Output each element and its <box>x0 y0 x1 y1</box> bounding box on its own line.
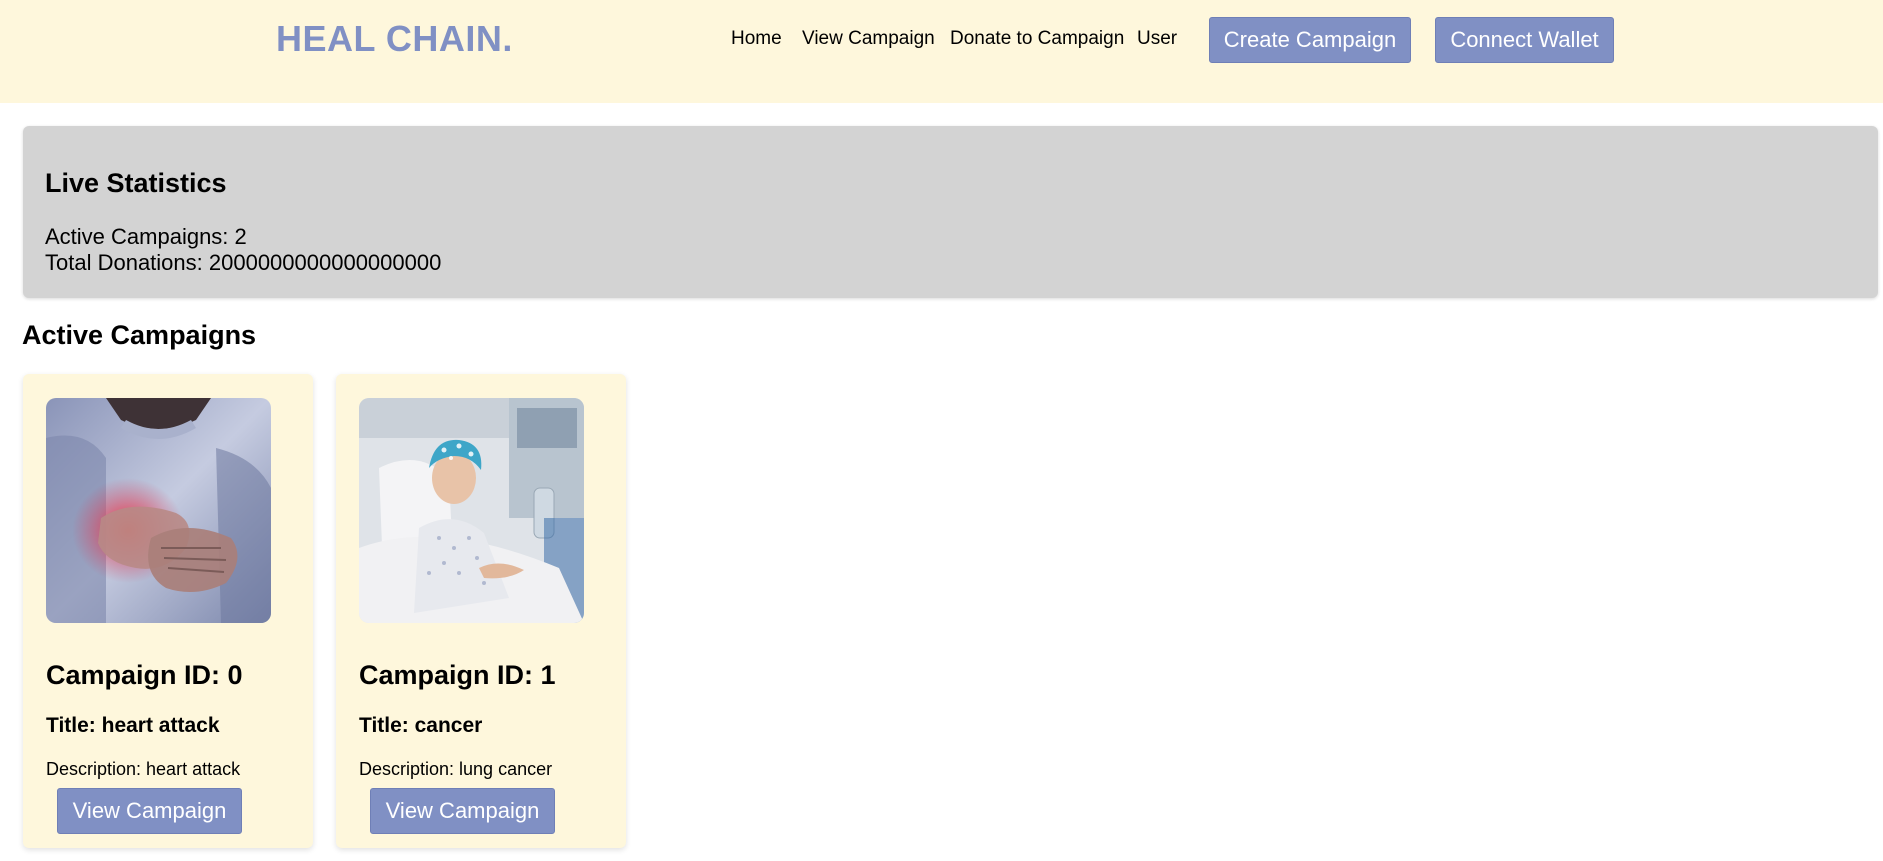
campaign-title: Title: cancer <box>359 714 483 737</box>
view-campaign-button[interactable]: View Campaign <box>370 788 555 834</box>
campaign-card: Campaign ID: 1 Title: cancer Description… <box>336 374 626 848</box>
brand-logo[interactable]: HEAL CHAIN. <box>276 18 513 60</box>
campaign-id: Campaign ID: 1 <box>359 660 556 690</box>
top-header: HEAL CHAIN. Home View Campaign Donate to… <box>0 0 1883 103</box>
campaign-card: Campaign ID: 0 Title: heart attack Descr… <box>23 374 313 848</box>
stats-title: Live Statistics <box>45 168 227 198</box>
total-donations-count: Total Donations: 2000000000000000000 <box>45 250 442 275</box>
active-campaigns-count: Active Campaigns: 2 <box>45 224 247 249</box>
nav-home[interactable]: Home <box>731 28 782 50</box>
cancer-patient-photo-icon <box>359 398 584 623</box>
view-campaign-button[interactable]: View Campaign <box>57 788 242 834</box>
live-statistics-panel: Live Statistics Active Campaigns: 2 Tota… <box>23 126 1878 298</box>
active-campaigns-heading: Active Campaigns <box>22 320 257 350</box>
heart-attack-photo-icon <box>46 398 271 623</box>
campaign-id: Campaign ID: 0 <box>46 660 243 690</box>
nav-view-campaign[interactable]: View Campaign <box>802 28 935 50</box>
nav-user[interactable]: User <box>1137 28 1177 50</box>
campaign-description: Description: lung cancer <box>359 759 553 779</box>
campaign-description: Description: heart attack <box>46 759 241 779</box>
create-campaign-button[interactable]: Create Campaign <box>1209 17 1411 63</box>
campaign-title: Title: heart attack <box>46 714 220 737</box>
connect-wallet-button[interactable]: Connect Wallet <box>1435 17 1614 63</box>
nav-donate-to-campaign[interactable]: Donate to Campaign <box>950 28 1124 50</box>
